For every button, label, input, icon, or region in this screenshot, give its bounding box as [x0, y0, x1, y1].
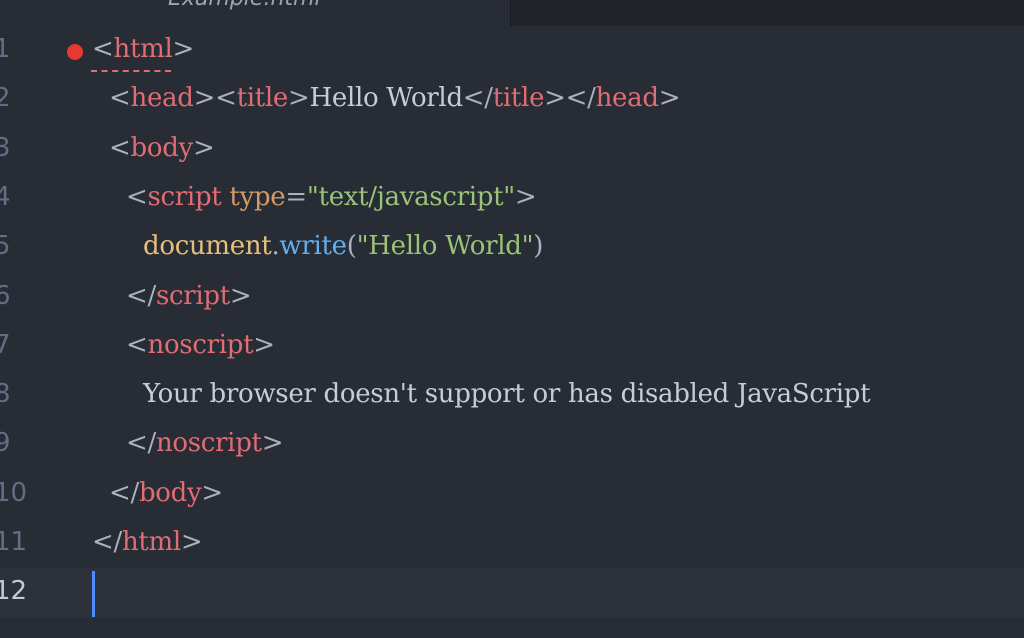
code-token: </	[109, 477, 139, 508]
line-number[interactable]: 1	[0, 34, 24, 64]
line-number[interactable]: 10	[0, 478, 27, 508]
lint-warning-underline	[91, 70, 171, 72]
code-line[interactable]: 4 <script type="text/javascript">	[0, 174, 1024, 223]
code-token: </	[126, 280, 156, 311]
code-token: body	[138, 477, 202, 508]
line-number[interactable]: 3	[0, 133, 24, 163]
code-token: </	[92, 527, 122, 557]
code-token: html	[121, 527, 181, 557]
code-token: <	[109, 83, 131, 114]
code-content: </html>	[92, 527, 203, 557]
code-token: >	[180, 527, 203, 557]
tab-bar: Example.html	[0, 0, 1024, 26]
code-line[interactable]: 9 </noscript>	[0, 420, 1024, 469]
code-line[interactable]: 2 <head><title>Hello World</title></head>	[0, 75, 1024, 124]
code-token: >	[261, 428, 284, 459]
code-token: )	[533, 231, 544, 262]
code-token: body	[130, 132, 194, 163]
code-line[interactable]: 1 <html>	[0, 26, 1024, 75]
code-content: </script>	[126, 280, 252, 311]
code-content: <script type="text/javascript">	[126, 181, 537, 212]
line-number[interactable]: 9	[0, 428, 24, 458]
code-token: </	[126, 428, 156, 459]
code-line[interactable]: 3 <body>	[0, 125, 1024, 174]
code-token: script	[155, 280, 230, 311]
code-token: <	[126, 329, 148, 360]
code-content: <head><title>Hello World</title></head>	[109, 83, 680, 113]
code-line[interactable]: 7 <noscript>	[0, 322, 1024, 371]
code-line[interactable]: 5 document.write("Hello World")	[0, 223, 1024, 272]
code-token: "text/javascript"	[306, 181, 515, 212]
code-token: =	[285, 181, 307, 212]
code-token: >	[253, 329, 275, 360]
code-token: (	[346, 231, 357, 262]
breakpoint-icon[interactable]	[67, 44, 83, 60]
text-cursor	[92, 571, 95, 617]
code-content: </body>	[109, 478, 223, 508]
code-token: >	[287, 83, 310, 114]
code-token: <	[109, 132, 131, 163]
code-content: <body>	[109, 132, 215, 163]
line-number[interactable]: 6	[0, 281, 24, 311]
code-content: </noscript>	[126, 428, 283, 458]
code-token: type	[229, 181, 286, 212]
code-token: <	[92, 34, 114, 64]
code-line[interactable]: 8 Your browser doesn't support or has dis…	[0, 371, 1024, 420]
code-token: >	[229, 280, 252, 311]
line-number[interactable]: 11	[0, 527, 27, 557]
code-editor[interactable]: 1 <html> 2 <head><title>Hello World</title>…	[0, 26, 1024, 638]
line-number[interactable]: 8	[0, 379, 24, 409]
code-token: >	[172, 34, 194, 64]
code-token: >	[201, 477, 223, 508]
code-token: head	[130, 83, 194, 114]
code-token: >	[192, 132, 215, 163]
line-number[interactable]: 7	[0, 330, 24, 360]
code-token: >	[658, 83, 681, 114]
code-token: noscript	[155, 428, 262, 459]
code-token: </	[462, 83, 493, 114]
code-line[interactable]: 10 </body>	[0, 470, 1024, 519]
line-number[interactable]: 4	[0, 182, 24, 212]
editor-tab[interactable]: Example.html	[0, 0, 511, 26]
code-token: <	[126, 181, 148, 212]
code-token: ><	[193, 83, 237, 114]
code-content: <html>	[92, 34, 194, 64]
code-token: write	[279, 231, 347, 262]
tab-title: Example.html	[168, 0, 321, 11]
code-token: head	[595, 83, 659, 114]
code-token: title	[492, 83, 545, 114]
code-content: Your browser doesn't support or has disa…	[143, 379, 871, 410]
code-token: ></	[544, 83, 596, 114]
code-token: document	[143, 231, 272, 262]
code-line[interactable]: 11 </html>	[0, 519, 1024, 568]
code-line[interactable]: 6 </script>	[0, 273, 1024, 322]
code-token: title	[236, 83, 289, 114]
code-token: script	[147, 181, 222, 212]
line-number[interactable]: 2	[0, 83, 24, 113]
code-token: >	[514, 181, 537, 212]
code-token: noscript	[147, 329, 254, 360]
code-token: html	[113, 34, 173, 64]
code-token: Hello World	[309, 83, 463, 114]
line-number[interactable]: 5	[0, 231, 24, 261]
code-token: "Hello World"	[356, 231, 534, 262]
code-token: Your browser doesn't support or has disa…	[143, 379, 871, 410]
code-content: <noscript>	[126, 330, 275, 360]
code-content: document.write("Hello World")	[143, 231, 543, 261]
line-number[interactable]: 12	[0, 576, 27, 606]
code-line[interactable]: 12	[0, 568, 1024, 618]
